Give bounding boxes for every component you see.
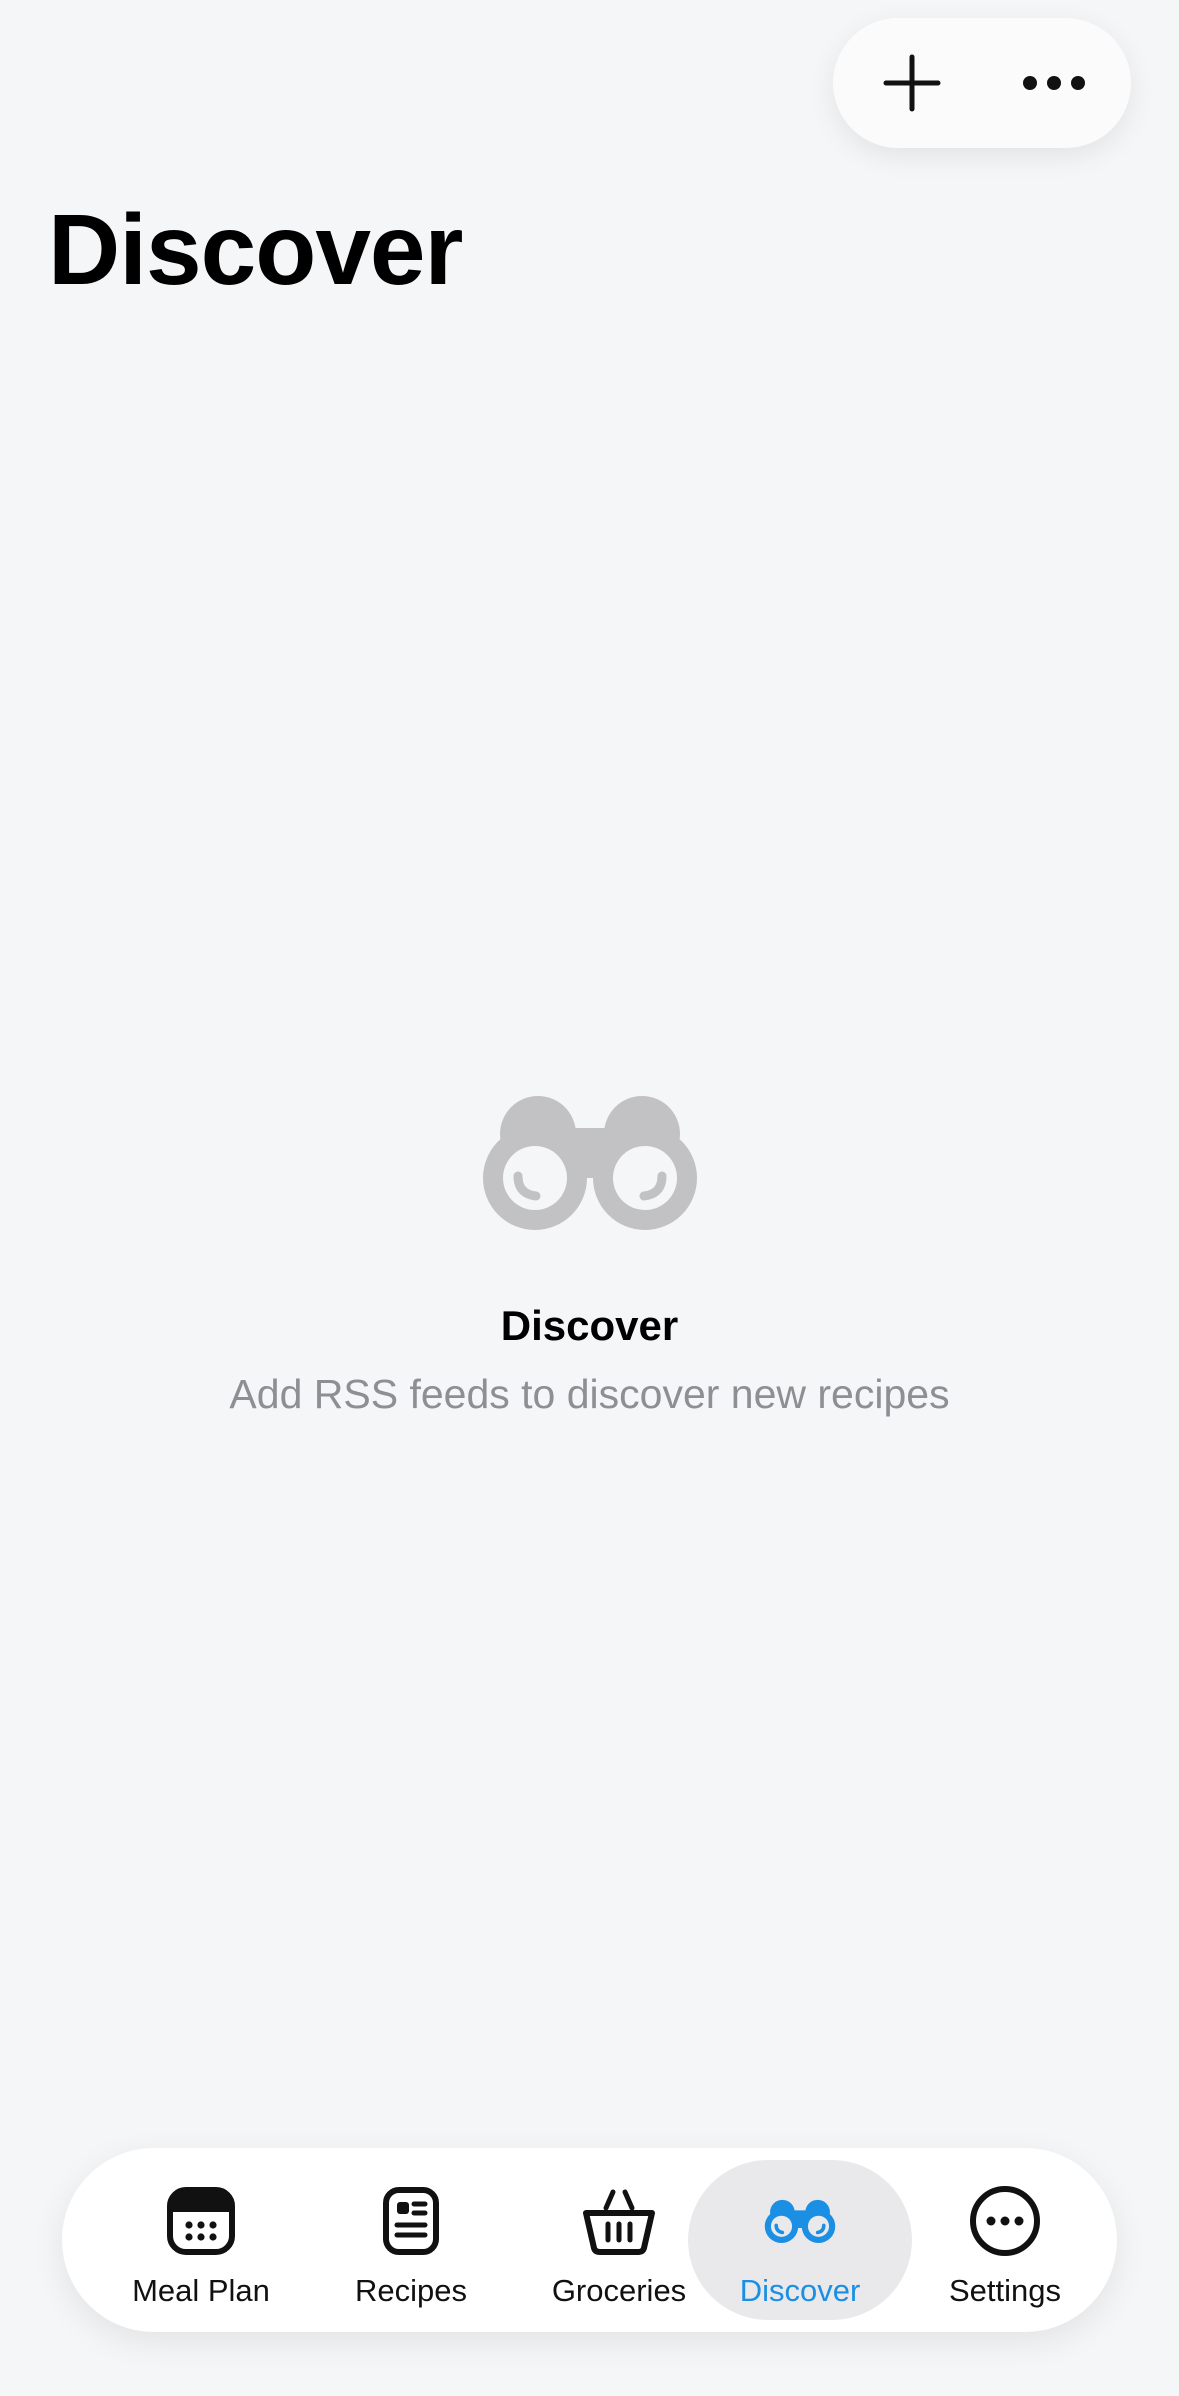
tab-label: Groceries [551,2273,687,2308]
plus-icon [883,54,941,112]
basket-icon [583,2189,655,2255]
ellipsis-icon [1023,76,1085,90]
more-options-button[interactable] [1013,42,1095,124]
tab-bar: Meal Plan Recipes Groceries Discover Set… [62,2148,1117,2332]
tab-meal-plan[interactable]: Meal Plan [100,2160,302,2320]
page-title: Discover [48,194,463,306]
empty-state-subtitle: Add RSS feeds to discover new recipes [229,1371,950,1417]
tab-recipes[interactable]: Recipes [326,2160,496,2320]
calendar-icon [167,2187,235,2255]
add-button[interactable] [871,42,953,124]
tab-label: Discover [739,2273,861,2308]
top-actions-group [833,18,1131,148]
recipe-card-icon [383,2187,439,2255]
empty-state: Discover Add RSS feeds to discover new r… [0,1090,1179,1421]
tab-label: Settings [948,2273,1061,2308]
tab-discover[interactable]: Discover [688,2160,912,2320]
tab-label: Meal Plan [132,2273,270,2308]
empty-state-title: Discover [500,1302,679,1349]
discover-screen: Discover Discover Add RSS feeds to disco… [0,0,1179,2396]
tab-settings[interactable]: Settings [920,2160,1090,2320]
ellipsis-circle-icon [970,2186,1040,2256]
tab-label: Recipes [355,2273,467,2308]
binoculars-icon [764,2199,836,2244]
binoculars-icon [482,1096,697,1230]
